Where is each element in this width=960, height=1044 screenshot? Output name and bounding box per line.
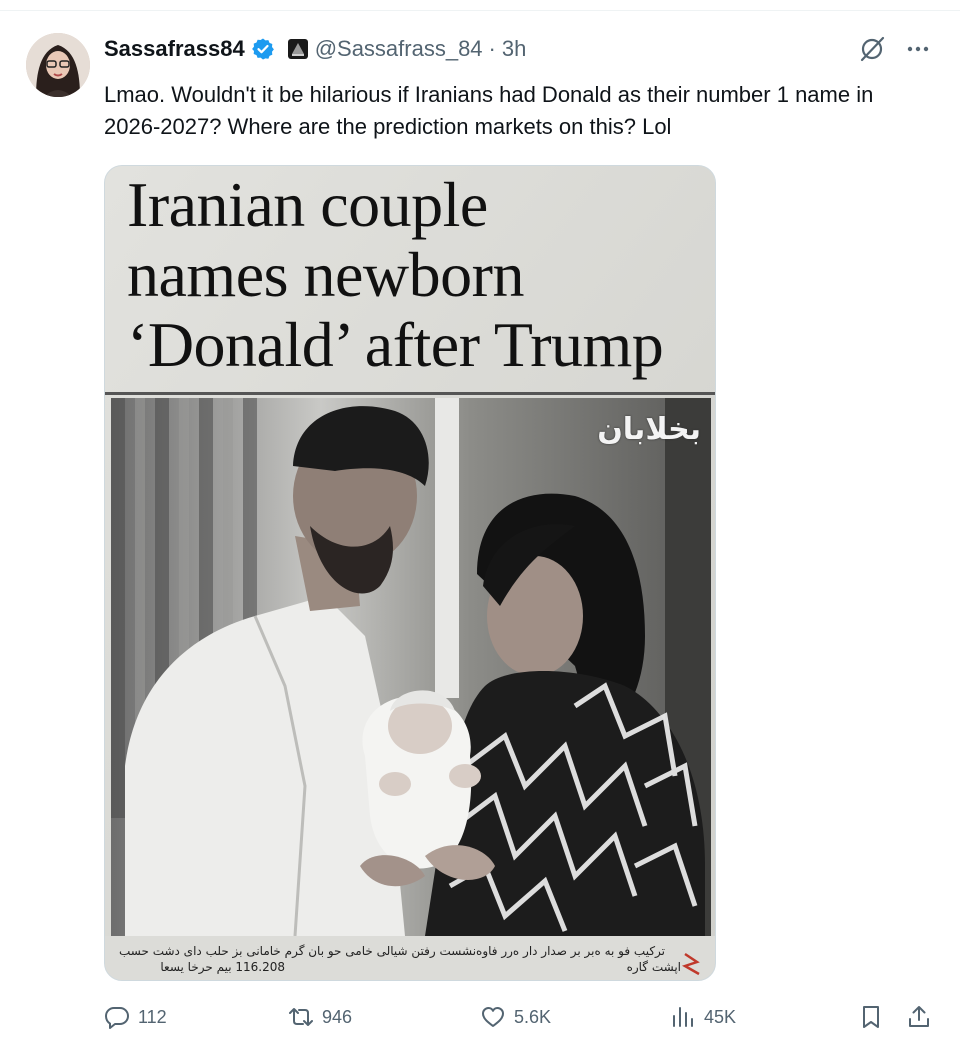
grok-icon[interactable]	[858, 35, 886, 63]
headline-line-2: names newborn	[127, 239, 524, 310]
bookmark-button[interactable]	[858, 999, 884, 1035]
like-count: 5.6K	[514, 1006, 552, 1027]
more-icon[interactable]	[904, 35, 932, 63]
share-icon	[909, 1006, 929, 1027]
verified-badge-icon[interactable]	[251, 37, 275, 61]
reply-button[interactable]: 112	[104, 999, 167, 1035]
headline-line-1: Iranian couple	[127, 169, 488, 240]
reply-count: 112	[138, 1006, 167, 1027]
bookmark-icon	[863, 1006, 879, 1028]
affiliate-badge-icon[interactable]	[287, 38, 309, 60]
repost-icon	[289, 1008, 313, 1026]
share-button[interactable]	[906, 999, 932, 1035]
tweet-card[interactable]: Sassafrass84 @Sassafrass_84 · 3h Lmao. W…	[0, 10, 960, 1044]
views-icon	[673, 1007, 693, 1027]
tweet-action-bar: 112 946 5.6K 45K	[104, 999, 934, 1035]
timestamp[interactable]: 3h	[502, 36, 526, 62]
like-button[interactable]: 5.6K	[480, 999, 551, 1035]
views-count: 45K	[704, 1006, 737, 1027]
tweet-image[interactable]: Iranian couple names newborn ‘Donald’ af…	[104, 165, 716, 981]
headline-line-3: ‘Donald’ after Trump	[127, 309, 664, 380]
photo-caption-line-2: 116.208 بیم حرخا یسعا	[160, 960, 285, 974]
views-button[interactable]: 45K	[670, 999, 736, 1035]
repost-button[interactable]: 946	[288, 999, 352, 1035]
photo-caption-line-1: ترکیب فو به ه‌بر بر صدار دار ه‌رر فاوه‌ن…	[118, 944, 665, 958]
reply-icon	[105, 1007, 129, 1029]
separator-dot: ·	[488, 36, 496, 61]
tweet-header: Sassafrass84 @Sassafrass_84 · 3h	[104, 33, 526, 65]
photo-watermark: بخلابان	[597, 412, 701, 447]
photo-caption-source: اپشت گاره	[626, 960, 681, 974]
handle[interactable]: @Sassafrass_84	[315, 36, 483, 62]
repost-count: 946	[322, 1006, 353, 1027]
avatar[interactable]	[26, 33, 90, 97]
newspaper-headline: Iranian couple names newborn ‘Donald’ af…	[127, 170, 707, 380]
header-actions	[858, 33, 932, 65]
tweet-text: Lmao. Wouldn't it be hilarious if Irania…	[104, 82, 874, 139]
heart-icon	[482, 1007, 504, 1027]
display-name[interactable]: Sassafrass84	[104, 36, 245, 62]
